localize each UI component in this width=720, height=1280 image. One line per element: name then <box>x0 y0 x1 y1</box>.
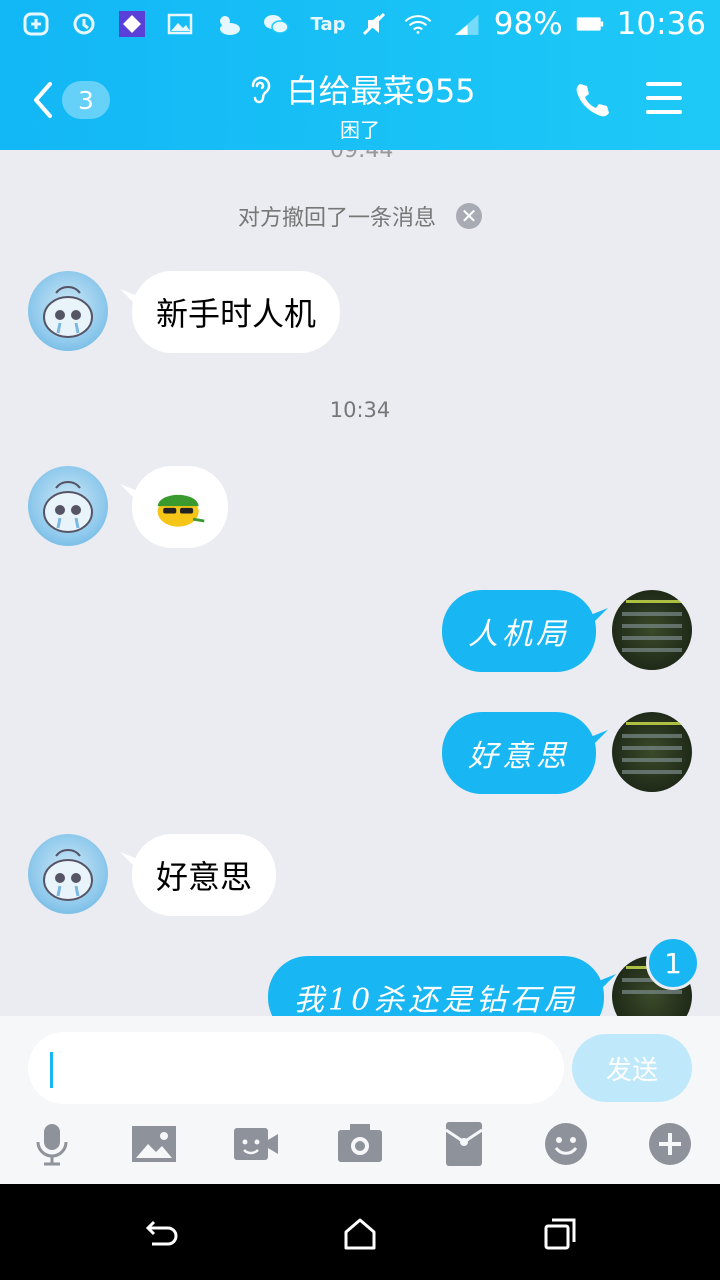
cut-timestamp: 09:44 <box>330 150 394 163</box>
mute-icon <box>360 10 388 38</box>
message-bubble-left[interactable]: 好意思 <box>132 834 277 916</box>
timestamp: 10:34 <box>329 398 391 422</box>
nav-home-button[interactable] <box>340 1214 380 1254</box>
status-bar: Tap 98% 10:36 <box>0 0 720 50</box>
back-arrow-icon <box>145 1220 178 1246</box>
tap-app-icon: Tap <box>310 10 346 38</box>
message-text: 新手时人机 <box>156 295 317 333</box>
message-text: 好意思 <box>156 858 253 896</box>
message-list[interactable]: 09:44 对方撤回了一条消息 ✕ 新手时人机 10:34 人机局 好意思 好意… <box>0 150 720 1016</box>
voice-button[interactable] <box>28 1120 76 1168</box>
input-bar: 发送 <box>0 1016 720 1184</box>
contact-avatar[interactable] <box>28 466 108 546</box>
message-bubble-left[interactable] <box>132 466 228 548</box>
battery-percent: 98% <box>493 6 563 42</box>
camera-icon <box>338 1124 382 1162</box>
emoji-button[interactable] <box>542 1120 590 1168</box>
sync-icon <box>70 10 98 38</box>
title-block: 白给最菜955 困了 <box>0 66 720 143</box>
phone-icon <box>576 84 609 117</box>
nav-recents-button[interactable] <box>540 1214 580 1254</box>
message-bubble-right[interactable]: 人机局 <box>442 590 596 672</box>
red-packet-button[interactable] <box>440 1120 488 1168</box>
home-icon <box>344 1218 376 1250</box>
menu-line <box>646 110 682 114</box>
red-packet-icon <box>445 1122 483 1166</box>
message-text: 我10杀还是钻石局 <box>294 983 579 1016</box>
video-button[interactable] <box>232 1120 280 1168</box>
menu-line <box>646 82 682 86</box>
contact-avatar[interactable] <box>28 271 108 351</box>
microphone-icon <box>36 1124 68 1166</box>
tap-label: Tap <box>310 13 346 35</box>
message-text: 好意思 <box>468 739 570 774</box>
image-icon <box>132 1126 176 1162</box>
my-avatar[interactable] <box>612 712 692 792</box>
nav-back-button[interactable] <box>140 1214 180 1254</box>
cool-emoji-icon <box>157 494 205 527</box>
text-caret <box>50 1052 53 1088</box>
message-bubble-left[interactable]: 新手时人机 <box>132 271 341 353</box>
image-button[interactable] <box>130 1120 178 1168</box>
ear-icon <box>252 76 271 104</box>
recall-notice: 对方撤回了一条消息 ✕ <box>0 200 720 232</box>
emoji-icon <box>545 1123 587 1165</box>
battery-icon <box>573 10 607 38</box>
send-button[interactable]: 发送 <box>572 1034 692 1102</box>
camera-button[interactable] <box>336 1120 384 1168</box>
message-bubble-right[interactable]: 我10杀还是钻石局 <box>268 956 605 1016</box>
menu-line <box>646 96 682 100</box>
chat-title[interactable]: 白给最菜955 <box>286 66 475 112</box>
contact-status: 困了 <box>340 118 380 142</box>
signal-icon <box>448 10 484 38</box>
weather-icon <box>214 10 242 38</box>
close-icon[interactable]: ✕ <box>456 203 482 229</box>
wechat-icon <box>262 10 290 38</box>
recents-icon <box>544 1218 576 1250</box>
my-avatar[interactable] <box>612 590 692 670</box>
more-button[interactable] <box>646 1120 694 1168</box>
message-text: 人机局 <box>468 617 570 652</box>
clock: 10:36 <box>616 6 706 42</box>
plus-icon <box>649 1123 691 1165</box>
recall-notice-text: 对方撤回了一条消息 <box>237 206 436 231</box>
video-icon <box>234 1128 278 1160</box>
app-plus-icon <box>22 10 50 38</box>
app-diamond-icon <box>118 10 146 38</box>
message-input[interactable] <box>28 1032 564 1104</box>
chat-header: 3 白给最菜955 困了 <box>0 50 720 150</box>
call-button[interactable] <box>572 80 612 120</box>
message-bubble-right[interactable]: 好意思 <box>442 712 596 794</box>
contact-avatar[interactable] <box>28 834 108 914</box>
wifi-icon <box>398 10 438 38</box>
system-nav-bar <box>0 1184 720 1280</box>
gallery-icon <box>166 10 194 38</box>
menu-button[interactable] <box>646 82 682 116</box>
new-message-badge[interactable]: 1 <box>646 936 700 990</box>
